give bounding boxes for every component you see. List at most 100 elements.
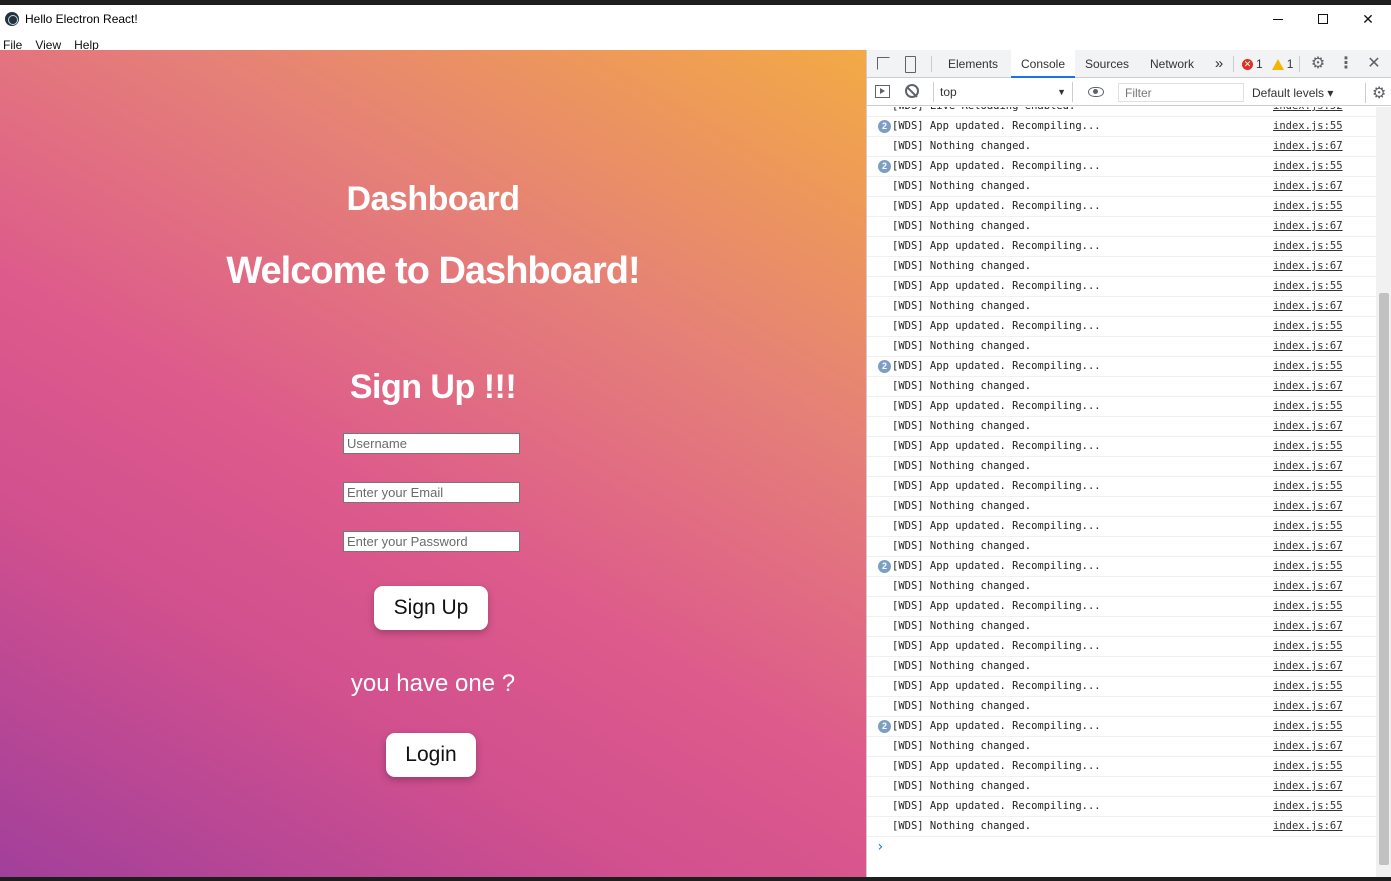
log-source-link[interactable]: index.js:67: [1273, 777, 1343, 796]
log-message: [WDS] Live Reloading enabled.: [892, 107, 1075, 116]
bottom-edge: [0, 877, 1391, 881]
log-source-link[interactable]: index.js:67: [1273, 737, 1343, 756]
password-input[interactable]: [343, 531, 520, 552]
log-source-link[interactable]: index.js:55: [1273, 637, 1343, 656]
more-tabs-icon[interactable]: »: [1211, 56, 1227, 72]
log-source-link[interactable]: index.js:67: [1273, 297, 1343, 316]
log-message: [WDS] Nothing changed.: [892, 780, 1032, 792]
log-message: [WDS] App updated. Recompiling...: [892, 720, 1101, 732]
device-toolbar-icon[interactable]: [901, 56, 917, 73]
log-message: [WDS] App updated. Recompiling...: [892, 440, 1101, 452]
show-sidebar-icon[interactable]: [875, 85, 890, 98]
warning-count: 1: [1286, 57, 1294, 71]
log-source-link[interactable]: index.js:55: [1273, 717, 1343, 736]
repeat-count-badge: 2: [878, 560, 891, 573]
log-message: [WDS] Nothing changed.: [892, 820, 1032, 832]
log-source-link[interactable]: index.js:67: [1273, 537, 1343, 556]
tab-elements[interactable]: Elements: [948, 50, 998, 78]
log-message: [WDS] Nothing changed.: [892, 700, 1032, 712]
username-input[interactable]: [343, 433, 520, 454]
console-log-row: 2 [WDS] App updated. Recompiling... index.…: [867, 117, 1376, 137]
log-source-link[interactable]: index.js:55: [1273, 517, 1343, 536]
log-source-link[interactable]: index.js:67: [1273, 697, 1343, 716]
console-settings-gear-icon[interactable]: ⚙: [1365, 83, 1386, 103]
log-source-link[interactable]: index.js:55: [1273, 357, 1343, 376]
log-source-link[interactable]: index.js:67: [1273, 217, 1343, 236]
minimize-button[interactable]: [1255, 5, 1301, 33]
log-message: [WDS] App updated. Recompiling...: [892, 200, 1101, 212]
settings-gear-icon[interactable]: ⚙: [1310, 56, 1326, 72]
log-message: [WDS] Nothing changed.: [892, 300, 1032, 312]
console-scrollbar[interactable]: [1376, 107, 1391, 877]
log-source-link[interactable]: index.js:67: [1273, 577, 1343, 596]
log-source-link[interactable]: index.js:55: [1273, 197, 1343, 216]
console-output[interactable]: [WDS] Live Reloading enabled. index.js:52…: [867, 107, 1376, 877]
live-expression-eye-icon[interactable]: [1088, 87, 1104, 97]
log-source-link[interactable]: index.js:55: [1273, 677, 1343, 696]
more-options-icon[interactable]: ⋮: [1338, 56, 1354, 72]
close-devtools-icon[interactable]: ✕: [1366, 56, 1382, 72]
console-log-row: [WDS] Nothing changed. index.js:67: [867, 737, 1376, 757]
tab-console[interactable]: Console: [1011, 50, 1075, 78]
login-button[interactable]: Login: [386, 733, 476, 777]
log-source-link[interactable]: index.js:55: [1273, 597, 1343, 616]
log-source-link[interactable]: index.js:52: [1273, 107, 1343, 116]
log-message: [WDS] Nothing changed.: [892, 500, 1032, 512]
log-source-link[interactable]: index.js:55: [1273, 477, 1343, 496]
issues-counter[interactable]: ✕ 1 1: [1242, 57, 1293, 71]
log-source-link[interactable]: index.js:55: [1273, 557, 1343, 576]
repeat-count-badge: 2: [878, 720, 891, 733]
log-source-link[interactable]: index.js:55: [1273, 437, 1343, 456]
email-input[interactable]: [343, 482, 520, 503]
log-source-link[interactable]: index.js:67: [1273, 417, 1343, 436]
signup-button[interactable]: Sign Up: [374, 586, 488, 630]
warning-icon: [1271, 58, 1284, 70]
log-message: [WDS] App updated. Recompiling...: [892, 120, 1101, 132]
log-source-link[interactable]: index.js:55: [1273, 397, 1343, 416]
log-message: [WDS] Nothing changed.: [892, 140, 1032, 152]
log-source-link[interactable]: index.js:55: [1273, 277, 1343, 296]
divider: [1233, 56, 1234, 72]
log-levels-dropdown[interactable]: Default levels ▾: [1252, 86, 1333, 100]
tab-network[interactable]: Network: [1150, 50, 1194, 78]
log-source-link[interactable]: index.js:55: [1273, 237, 1343, 256]
console-log-row: [WDS] Nothing changed. index.js:67: [867, 417, 1376, 437]
log-message: [WDS] App updated. Recompiling...: [892, 480, 1101, 492]
log-source-link[interactable]: index.js:67: [1273, 457, 1343, 476]
console-log-row: [WDS] Nothing changed. index.js:67: [867, 697, 1376, 717]
context-selector[interactable]: top ▼: [933, 82, 1073, 102]
scroll-thumb[interactable]: [1379, 293, 1389, 865]
log-source-link[interactable]: index.js:67: [1273, 137, 1343, 156]
log-source-link[interactable]: index.js:67: [1273, 497, 1343, 516]
log-message: [WDS] App updated. Recompiling...: [892, 240, 1101, 252]
log-source-link[interactable]: index.js:67: [1273, 617, 1343, 636]
inspect-element-icon[interactable]: [876, 56, 892, 72]
log-source-link[interactable]: index.js:67: [1273, 817, 1343, 836]
console-log-row: [WDS] Nothing changed. index.js:67: [867, 617, 1376, 637]
log-source-link[interactable]: index.js:55: [1273, 797, 1343, 816]
log-source-link[interactable]: index.js:67: [1273, 257, 1343, 276]
log-source-link[interactable]: index.js:67: [1273, 177, 1343, 196]
log-source-link[interactable]: index.js:55: [1273, 117, 1343, 136]
console-prompt[interactable]: ›: [876, 839, 1376, 855]
log-source-link[interactable]: index.js:67: [1273, 377, 1343, 396]
console-log-row: [WDS] App updated. Recompiling... index.j…: [867, 677, 1376, 697]
console-log-row: [WDS] App updated. Recompiling... index.j…: [867, 757, 1376, 777]
log-message: [WDS] Nothing changed.: [892, 260, 1032, 272]
log-message: [WDS] Nothing changed.: [892, 660, 1032, 672]
console-log-row: [WDS] Nothing changed. index.js:67: [867, 297, 1376, 317]
log-source-link[interactable]: index.js:55: [1273, 757, 1343, 776]
log-source-link[interactable]: index.js:55: [1273, 317, 1343, 336]
log-source-link[interactable]: index.js:67: [1273, 657, 1343, 676]
dashboard-title: Dashboard: [346, 180, 520, 218]
log-source-link[interactable]: index.js:55: [1273, 157, 1343, 176]
title-bar[interactable]: Hello Electron React! ✕: [0, 5, 1391, 33]
maximize-button[interactable]: [1300, 5, 1346, 33]
close-window-button[interactable]: ✕: [1345, 5, 1391, 33]
clear-console-icon[interactable]: [905, 84, 919, 98]
console-log-row: [WDS] Nothing changed. index.js:67: [867, 537, 1376, 557]
tab-sources[interactable]: Sources: [1085, 50, 1129, 78]
console-log-row: [WDS] App updated. Recompiling... index.j…: [867, 797, 1376, 817]
filter-input[interactable]: [1118, 83, 1244, 102]
log-source-link[interactable]: index.js:67: [1273, 337, 1343, 356]
